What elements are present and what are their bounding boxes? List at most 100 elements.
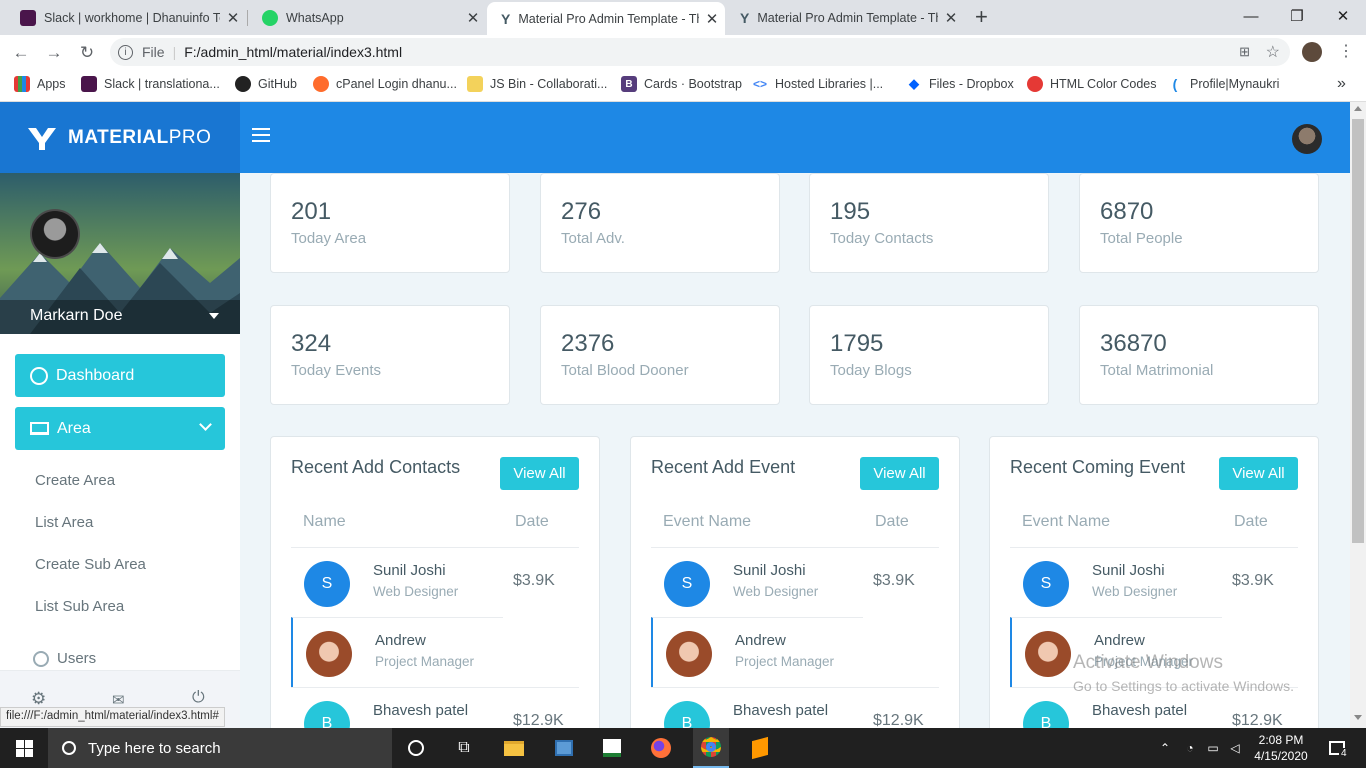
user-avatar[interactable]: [1292, 124, 1322, 154]
bookmark-apps[interactable]: Apps: [14, 69, 66, 99]
battery-icon[interactable]: ▭: [1203, 728, 1223, 768]
restore-icon[interactable]: ❐: [1274, 0, 1320, 32]
materialpro-icon: Y: [501, 10, 511, 27]
close-tab-icon[interactable]: ✕: [938, 9, 964, 27]
bookmark-label: Files - Dropbox: [929, 77, 1014, 91]
nav-list-area[interactable]: List Area: [35, 514, 93, 531]
volume-icon[interactable]: ◁: [1225, 728, 1245, 768]
translate-icon[interactable]: ⊞: [1239, 44, 1250, 60]
scroll-thumb[interactable]: [1352, 119, 1364, 543]
file-explorer-icon[interactable]: [496, 728, 532, 768]
table-row[interactable]: S Sunil Joshi Web Designer $3.9K: [291, 547, 579, 617]
table-row[interactable]: Andrew Project Manager: [291, 617, 503, 687]
tab-materialpro[interactable]: Y Material Pro Admin Template - Th ✕: [726, 0, 964, 35]
stat-value: 276: [561, 198, 602, 225]
profile-avatar[interactable]: [30, 209, 80, 259]
profile-avatar[interactable]: [1302, 42, 1322, 62]
view-all-button[interactable]: View All: [860, 457, 939, 490]
slack-icon: [81, 76, 97, 92]
nav-create-sub-area[interactable]: Create Sub Area: [35, 556, 146, 573]
cortana-icon[interactable]: [398, 728, 434, 768]
page-scrollbar[interactable]: [1350, 102, 1366, 728]
table-row[interactable]: Andrew Project Manager: [651, 617, 863, 687]
profile-name[interactable]: Markarn Doe: [30, 307, 122, 325]
address-bar[interactable]: i File | F:/admin_html/material/index3.h…: [110, 38, 1290, 66]
view-all-button[interactable]: View All: [500, 457, 579, 490]
wifi-icon[interactable]: ◔: [1180, 728, 1200, 768]
avatar: S: [664, 561, 710, 607]
tab-slack[interactable]: Slack | workhome | Dhanuinfo Te ✕: [6, 0, 246, 35]
row-name: Sunil Joshi: [733, 562, 806, 579]
caret-down-icon[interactable]: [209, 313, 219, 319]
notification-center-icon[interactable]: 4: [1322, 728, 1352, 768]
panel-recent-contacts: Recent Add Contacts View All Name Date S…: [270, 436, 600, 728]
bookmark-hosted-libraries[interactable]: <> Hosted Libraries |...: [752, 69, 883, 99]
table-row[interactable]: S Sunil Joshi Web Designer $3.9K: [1010, 547, 1298, 617]
stat-card: 1795 Today Blogs: [809, 305, 1049, 405]
bookmark-naukri[interactable]: (Profile|Mynaukri: [1167, 69, 1280, 99]
brand-logo[interactable]: MATERIAL PRO: [0, 102, 240, 173]
chevron-down-icon: [199, 418, 212, 431]
window-close-icon[interactable]: ✕: [1320, 0, 1366, 32]
stat-value: 201: [291, 198, 332, 225]
notification-count: 4: [1339, 748, 1349, 759]
close-tab-icon[interactable]: ✕: [699, 10, 725, 28]
bookmark-bootstrap[interactable]: B Cards · Bootstrap: [621, 69, 742, 99]
tab-materialpro-active[interactable]: Y Material Pro Admin Template - Th ✕: [487, 2, 725, 35]
forward-icon[interactable]: →: [43, 42, 65, 64]
bookmark-dropbox[interactable]: ◆ Files - Dropbox: [906, 69, 1014, 99]
reload-icon[interactable]: ↻: [76, 42, 98, 64]
nav-area[interactable]: Area: [15, 407, 225, 450]
sublime-text-icon[interactable]: [742, 728, 778, 768]
scroll-up-icon[interactable]: [1354, 106, 1362, 111]
firefox-icon[interactable]: [643, 728, 679, 768]
materialpro-logo-icon: [28, 127, 56, 150]
menu-kebab-icon[interactable]: ⋮: [1338, 41, 1354, 61]
table-row[interactable]: S Sunil Joshi Web Designer $3.9K: [651, 547, 939, 617]
close-tab-icon[interactable]: ✕: [220, 9, 246, 27]
row-role: Project Manager: [375, 654, 475, 669]
nav-list-sub-area[interactable]: List Sub Area: [35, 598, 124, 615]
task-view-icon[interactable]: ⧉: [446, 728, 482, 768]
taskbar-search[interactable]: Type here to search: [48, 728, 392, 768]
chrome-icon[interactable]: [693, 728, 729, 768]
table-row[interactable]: B Bhavesh patel $12.9K: [291, 687, 579, 728]
network-app-icon[interactable]: [546, 728, 582, 768]
row-role: Web Designer: [373, 584, 459, 599]
excel-chart-icon[interactable]: [594, 728, 630, 768]
bookmark-github[interactable]: GitHub: [235, 69, 297, 99]
table-row[interactable]: Andrew Project Manager: [1010, 617, 1222, 687]
table-row[interactable]: B Bhavesh patel $12.9K: [651, 687, 939, 728]
top-navbar: MATERIAL PRO: [0, 102, 1350, 173]
stat-value: 324: [291, 330, 332, 357]
bookmark-slack[interactable]: Slack | translationa...: [81, 69, 220, 99]
bookmark-label: JS Bin - Collaborati...: [490, 77, 608, 91]
windows-start-icon[interactable]: [0, 728, 48, 768]
more-bookmarks-icon[interactable]: »: [1337, 69, 1346, 99]
power-icon[interactable]: ⏻: [192, 689, 205, 707]
bookmark-cpanel[interactable]: cPanel Login dhanu...: [313, 69, 457, 99]
minimize-icon[interactable]: —: [1228, 0, 1274, 32]
taskbar-clock[interactable]: 2:08 PM 4/15/2020: [1248, 732, 1314, 764]
view-all-button[interactable]: View All: [1219, 457, 1298, 490]
avatar: [306, 631, 352, 677]
main-content: 201 Today Area 276 Total Adv. 195 Today Con…: [240, 173, 1350, 728]
bookmark-jsbin[interactable]: JS Bin - Collaborati...: [467, 69, 607, 99]
nav-create-area[interactable]: Create Area: [35, 472, 115, 489]
hamburger-menu-icon[interactable]: [252, 128, 270, 142]
nav-users[interactable]: Users: [33, 650, 96, 667]
info-icon[interactable]: i: [118, 44, 133, 60]
bookmark-star-icon[interactable]: ☆: [1266, 42, 1280, 62]
close-tab-icon[interactable]: ✕: [460, 9, 486, 27]
chevron-up-icon[interactable]: ⌃: [1156, 728, 1174, 768]
scroll-down-icon[interactable]: [1354, 715, 1362, 720]
stat-card: 195 Today Contacts: [809, 173, 1049, 273]
nav-dashboard[interactable]: Dashboard: [15, 354, 225, 397]
bookmark-html-color[interactable]: HTML Color Codes: [1027, 69, 1157, 99]
tab-whatsapp[interactable]: WhatsApp ✕: [248, 0, 486, 35]
table-row[interactable]: B Bhavesh patel $12.9K: [1010, 687, 1298, 728]
back-icon[interactable]: ←: [10, 42, 32, 64]
settings-icon[interactable]: ⚙: [31, 689, 46, 709]
search-icon: [62, 741, 76, 755]
new-tab-button[interactable]: +: [975, 4, 988, 30]
